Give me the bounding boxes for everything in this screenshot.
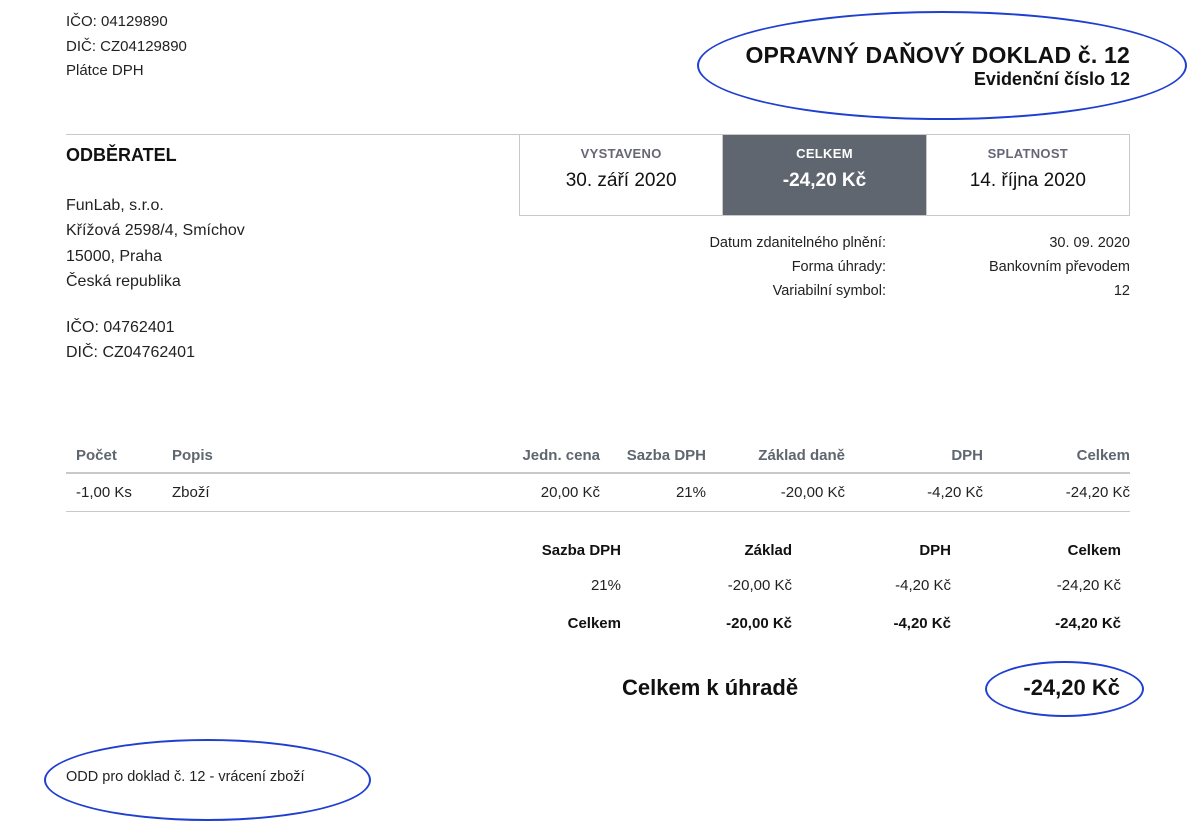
meta-row-taxable-date: Datum zdanitelného plnění: 30. 09. 2020 xyxy=(600,231,1130,255)
vat-col-header-total: Celkem xyxy=(1067,541,1121,559)
cell-tax-base: -20,00 Kč xyxy=(706,473,845,512)
col-header-qty: Počet xyxy=(66,438,172,474)
vat-col-header-base: Základ xyxy=(744,541,792,559)
vat-col-header-rate: Sazba DPH xyxy=(541,541,621,559)
total-due-label: Celkem k úhradě xyxy=(622,675,799,700)
cell-qty: -1,00 Ks xyxy=(66,473,172,512)
vat-sum-row: Celkem -20,00 Kč -4,20 Kč -24,20 Kč xyxy=(500,604,1121,642)
due-label: SPLATNOST xyxy=(987,146,1069,161)
vat-col-header-vat: DPH xyxy=(919,541,951,559)
document-title-block: OPRAVNÝ DAŇOVÝ DOKLAD č. 12 Evidenční čí… xyxy=(745,42,1130,90)
col-header-vat-rate: Sazba DPH xyxy=(600,438,706,474)
total-box: CELKEM -24,20 Kč xyxy=(722,135,926,215)
buyer-name: FunLab, s.r.o. xyxy=(66,196,164,214)
cell-vat: -4,20 Kč xyxy=(845,473,983,512)
meta-value: 30. 09. 2020 xyxy=(1049,235,1130,251)
buyer-info: ODBĚRATEL FunLab, s.r.o. Křížová 2598/4,… xyxy=(66,143,245,366)
vat-sum-label: Celkem xyxy=(567,614,621,632)
meta-value: 12 xyxy=(1113,283,1130,299)
total-due-value: -24,20 Kč xyxy=(1023,675,1120,700)
vat-cell-base: -20,00 Kč xyxy=(727,576,792,594)
vat-cell-total: -24,20 Kč xyxy=(1056,576,1121,594)
total-box-label: CELKEM xyxy=(796,146,853,161)
meta-label: Forma úhrady: xyxy=(791,259,886,275)
vat-header-row: Sazba DPH Základ DPH Celkem xyxy=(500,534,1121,566)
cell-description: Zboží xyxy=(172,473,372,512)
vat-summary-table: Sazba DPH Základ DPH Celkem 21% -20,00 K… xyxy=(500,534,1121,642)
seller-ico: IČO: 04129890 xyxy=(66,13,168,30)
buyer-dic: DIČ: CZ04762401 xyxy=(66,344,195,361)
vat-cell-vat: -4,20 Kč xyxy=(895,576,951,594)
meta-label: Datum zdanitelného plnění: xyxy=(709,235,886,251)
due-box: SPLATNOST 14. října 2020 xyxy=(925,135,1129,215)
table-row: 21% -20,00 Kč -4,20 Kč -24,20 Kč xyxy=(500,566,1121,604)
items-table: Počet Popis Jedn. cena Sazba DPH Základ … xyxy=(66,438,1130,512)
due-value: 14. října 2020 xyxy=(969,170,1086,191)
vat-sum-vat: -4,20 Kč xyxy=(893,614,951,632)
seller-vat-status: Plátce DPH xyxy=(66,62,144,79)
issued-label: VYSTAVENO xyxy=(580,146,662,161)
payment-meta: Datum zdanitelného plnění: 30. 09. 2020 … xyxy=(600,231,1130,303)
table-row: -1,00 Ks Zboží 20,00 Kč 21% -20,00 Kč -4… xyxy=(66,473,1130,512)
col-header-vat: DPH xyxy=(845,438,983,474)
issued-box: VYSTAVENO 30. září 2020 xyxy=(520,135,722,215)
cell-total: -24,20 Kč xyxy=(983,473,1130,512)
total-box-value: -24,20 Kč xyxy=(782,170,867,191)
meta-label: Variabilní symbol: xyxy=(772,283,886,299)
vat-sum-base: -20,00 Kč xyxy=(726,614,792,632)
meta-row-variable-symbol: Variabilní symbol: 12 xyxy=(600,279,1130,303)
document-subtitle: Evidenční číslo 12 xyxy=(973,69,1130,89)
buyer-street: Křížová 2598/4, Smíchov xyxy=(66,222,245,239)
cell-vat-rate: 21% xyxy=(600,473,706,512)
items-header-row: Počet Popis Jedn. cena Sazba DPH Základ … xyxy=(66,438,1130,474)
col-header-description: Popis xyxy=(172,438,372,474)
vat-cell-rate: 21% xyxy=(590,576,621,594)
buyer-country: Česká republika xyxy=(66,273,181,290)
buyer-city: 15000, Praha xyxy=(66,247,163,265)
buyer-heading: ODBĚRATEL xyxy=(66,145,177,165)
col-header-unit-price: Jedn. cena xyxy=(372,438,600,474)
issued-value: 30. září 2020 xyxy=(565,170,677,191)
buyer-ico: IČO: 04762401 xyxy=(66,318,175,336)
seller-info: IČO: 04129890 DIČ: CZ04129890 Plátce DPH xyxy=(66,10,187,84)
seller-dic: DIČ: CZ04129890 xyxy=(66,37,187,55)
summary-boxes: VYSTAVENO 30. září 2020 CELKEM -24,20 Kč… xyxy=(519,134,1130,216)
meta-value: Bankovním převodem xyxy=(988,259,1130,275)
col-header-total: Celkem xyxy=(983,438,1130,474)
document-title: OPRAVNÝ DAŇOVÝ DOKLAD č. 12 xyxy=(745,42,1130,68)
col-header-tax-base: Základ daně xyxy=(706,438,845,474)
meta-row-payment-method: Forma úhrady: Bankovním převodem xyxy=(600,255,1130,279)
document-note: ODD pro doklad č. 12 - vrácení zboží xyxy=(66,769,305,785)
vat-sum-total: -24,20 Kč xyxy=(1055,614,1121,632)
cell-unit-price: 20,00 Kč xyxy=(372,473,600,512)
